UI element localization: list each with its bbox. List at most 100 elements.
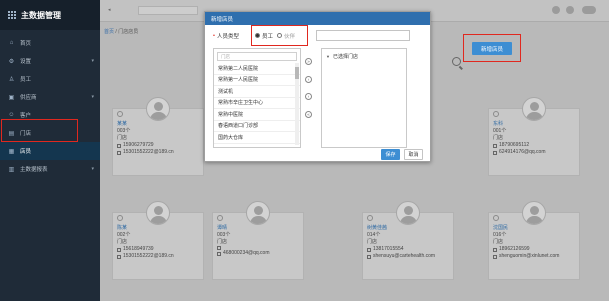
- notification-icon[interactable]: [552, 6, 560, 14]
- store-list-item[interactable]: 常熟第二人民医院: [214, 63, 300, 75]
- email-value: 624914176@qq.com: [499, 149, 546, 155]
- transfer-buttons: » › ‹ «: [305, 58, 315, 128]
- app-title: 主数据管理: [21, 10, 61, 20]
- search-icon[interactable]: [452, 57, 461, 66]
- settings-icon[interactable]: [217, 215, 223, 221]
- radio-partner-dot[interactable]: [277, 33, 283, 38]
- store-list-item[interactable]: 常熟中医院: [214, 109, 300, 121]
- truck-icon: ▣: [8, 94, 15, 101]
- clerk-name[interactable]: 树黄佳茜: [367, 225, 435, 232]
- email-icon: [117, 254, 121, 259]
- clerk-role: 门店: [117, 135, 128, 141]
- email-icon: [367, 254, 371, 259]
- chevron-down-icon: ▾: [91, 94, 94, 100]
- store-list-item[interactable]: 常熟市辛庄卫生中心: [214, 98, 300, 109]
- sidebar-item-3[interactable]: ▣ 供应商 ▾: [0, 88, 100, 106]
- clerk-phone: 18962126599: [493, 246, 559, 253]
- move-left-icon[interactable]: ‹: [305, 93, 312, 100]
- settings-icon[interactable]: [367, 215, 373, 221]
- breadcrumb-current: 门店店员: [118, 29, 139, 35]
- card-details: 树黄佳茜 014个 门店 13817015554 shensuyu@cartehealt…: [367, 225, 435, 260]
- email-icon: [493, 254, 497, 259]
- clerk-card[interactable]: 东科 001个 门店 18790695112 624914176@qq.com: [488, 97, 580, 176]
- sidebar-item-label: 供应商: [20, 95, 37, 101]
- clerk-count: 001个: [493, 128, 507, 134]
- name-input[interactable]: [316, 30, 410, 41]
- store-search-input[interactable]: 门店: [217, 52, 297, 61]
- store-list-scrollbar[interactable]: [295, 63, 299, 145]
- save-button[interactable]: 保存: [381, 149, 400, 160]
- clerk-count: 014个: [367, 232, 381, 238]
- sidebar-item-4[interactable]: ☺ 客户: [0, 106, 100, 124]
- store-list-item[interactable]: 常熟第一人民医院: [214, 75, 300, 86]
- settings-icon[interactable]: [493, 111, 499, 117]
- sidebar-item-0[interactable]: ⌂ 首页: [0, 34, 100, 52]
- store-list-item[interactable]: 春语西道口门诊部: [214, 121, 300, 132]
- clerk-email: 15301552222@189.cn: [117, 149, 174, 156]
- clerk-role: 门店: [493, 239, 504, 245]
- clerk-name[interactable]: 陈某: [117, 225, 174, 232]
- add-clerk-button[interactable]: 新增店员: [472, 42, 512, 55]
- clerk-card[interactable]: 沈国民 016个 门店 18962126599 shenguomin@xinlunet.…: [488, 201, 580, 280]
- email-value: shenguomin@xinlunet.com: [499, 253, 560, 259]
- message-icon[interactable]: [566, 6, 574, 14]
- person-type-radio-group: 员工 伙伴: [255, 29, 305, 42]
- top-search-field[interactable]: [138, 6, 198, 15]
- selected-store-node[interactable]: ▼ 已选择门店: [322, 49, 406, 60]
- avatar: [522, 201, 546, 225]
- breadcrumb-home[interactable]: 首页: [104, 29, 114, 35]
- clerk-role: 门店: [217, 239, 228, 245]
- radio-employee-label: 员工: [262, 33, 274, 40]
- clerk-role: 门店: [117, 239, 128, 245]
- cancel-button[interactable]: 取消: [404, 149, 423, 160]
- store-list-item[interactable]: 测试机: [214, 86, 300, 98]
- clerk-role: 门店: [493, 135, 504, 141]
- move-right-icon[interactable]: ›: [305, 75, 312, 83]
- avatar: [522, 97, 546, 121]
- sidebar-item-7[interactable]: ▥ 主数据报表 ▾: [0, 160, 100, 178]
- sidebar-item-2[interactable]: ♙ 员工: [0, 70, 100, 88]
- clerk-name[interactable]: 东科: [493, 121, 546, 128]
- settings-icon[interactable]: [493, 215, 499, 221]
- clerk-card[interactable]: 某某 003个 门店 15906279729 15301552222@189.cn: [112, 97, 204, 176]
- user-menu-avatar[interactable]: [582, 6, 596, 14]
- clerk-card[interactable]: 谭晴 003个 门店 468000234@qq.com: [212, 201, 304, 280]
- sidebar-nav: ⌂ 首页 ⚙ 设置 ▾ ♙ 员工 ▣ 供应商 ▾ ☺ 客户 ▤ 门店 ▦ 店员 ▥ 主数据报表 ▾: [0, 30, 100, 178]
- clerk-name[interactable]: 沈国民: [493, 225, 559, 232]
- radio-employee-dot[interactable]: [255, 33, 260, 38]
- clerk-card[interactable]: 树黄佳茜 014个 门店 13817015554 shensuyu@cartehealt…: [362, 201, 454, 280]
- clerk-count: 003个: [117, 128, 131, 134]
- app-grid-icon[interactable]: [8, 11, 16, 19]
- move-all-left-icon[interactable]: «: [305, 110, 312, 118]
- card-details: 陈某 002个 门店 15618949739 15301552222@189.cn: [117, 225, 174, 260]
- breadcrumb: 首页 / 门店店员: [104, 28, 138, 35]
- sidebar-item-label: 门店: [20, 131, 32, 137]
- radio-employee[interactable]: 员工: [255, 32, 273, 40]
- clerk-card[interactable]: 陈某 002个 门店 15618949739 15301552222@189.cn: [112, 201, 204, 280]
- sidebar-item-5[interactable]: ▤ 门店: [0, 124, 100, 142]
- settings-icon[interactable]: [117, 215, 123, 221]
- sidebar-item-label: 设置: [20, 59, 32, 65]
- store-list-item[interactable]: 国药大仓库: [214, 132, 300, 144]
- phone-value: 18790695112: [499, 142, 530, 148]
- add-clerk-dialog: 新增店员 • 人员类型 员工 伙伴 门店 常熟第二人民医院 常熟第一人民医院 测试机…: [204, 11, 431, 162]
- report-icon: ▥: [8, 166, 15, 173]
- clerk-email: 15301552222@189.cn: [117, 253, 174, 260]
- customer-icon: ☺: [8, 112, 15, 118]
- radio-partner[interactable]: 伙伴: [277, 32, 295, 40]
- clerk-phone: 15618949739: [117, 246, 174, 253]
- home-icon: ⌂: [9, 40, 14, 46]
- sidebar-item-1[interactable]: ⚙ 设置 ▾: [0, 52, 100, 70]
- back-icon[interactable]: ◂: [108, 7, 111, 13]
- clerk-name[interactable]: 某某: [117, 121, 174, 128]
- caret-down-icon[interactable]: ▼: [326, 54, 330, 59]
- sidebar: 主数据管理 ⌂ 首页 ⚙ 设置 ▾ ♙ 员工 ▣ 供应商 ▾ ☺ 客户 ▤ 门店 ▦ 店员 ▥ 主数据报表 ▾: [0, 0, 100, 301]
- sidebar-item-label: 主数据报表: [20, 167, 48, 173]
- avatar: [246, 201, 270, 225]
- move-all-right-icon[interactable]: »: [305, 58, 312, 65]
- settings-icon[interactable]: [117, 111, 123, 117]
- sidebar-item-6[interactable]: ▦ 店员: [0, 142, 100, 160]
- phone-icon: [217, 246, 221, 250]
- clerk-name[interactable]: 谭晴: [217, 225, 270, 232]
- card-details: 某某 003个 门店 15906279729 15301552222@189.cn: [117, 121, 174, 156]
